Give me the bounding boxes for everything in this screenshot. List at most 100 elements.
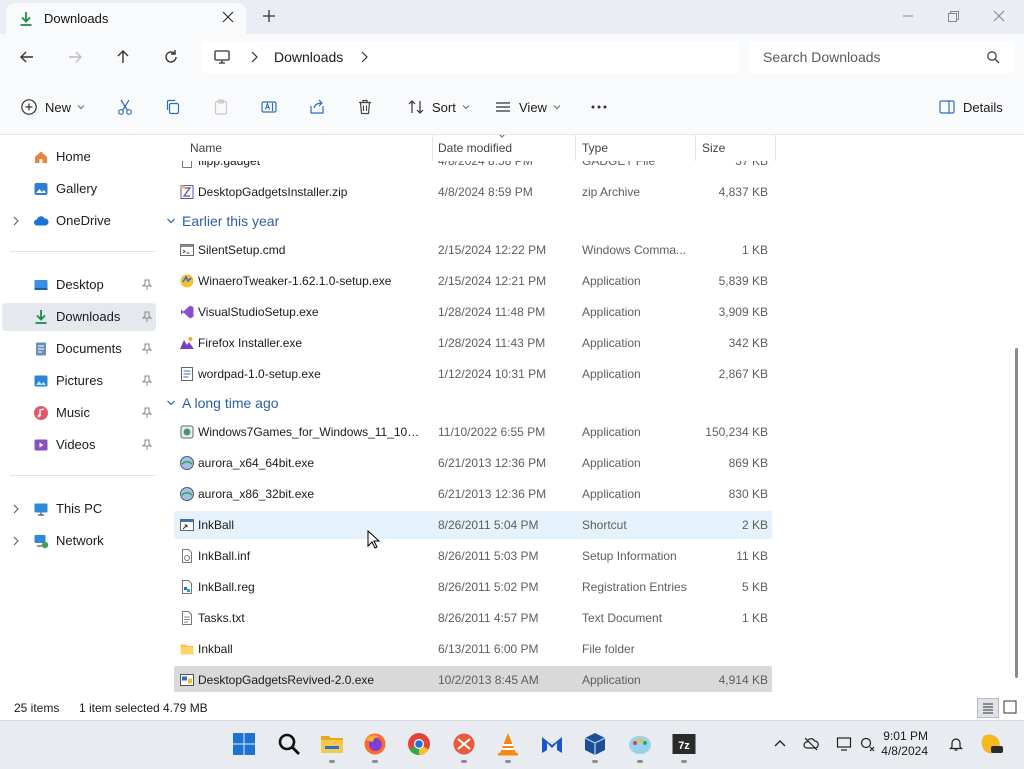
onedrive-status-icon[interactable] (803, 736, 819, 752)
sidebar-item-downloads[interactable]: Downloads (2, 303, 156, 331)
up-arrow-icon[interactable] (113, 47, 133, 67)
chevron-right-icon[interactable] (12, 216, 20, 226)
file-row-selected[interactable]: DesktopGadgetsRevived-2.0.exe 10/2/2013 … (174, 666, 772, 692)
file-row[interactable]: aurora_x86_32bit.exe 6/21/2013 12:36 PM … (174, 480, 772, 508)
sidebar-item-desktop[interactable]: Desktop (2, 271, 156, 299)
system-clock[interactable]: 9:01 PM 4/8/2024 (868, 729, 928, 759)
pin-icon[interactable] (142, 407, 152, 419)
sidebar-item-videos[interactable]: Videos (2, 431, 156, 459)
column-size[interactable]: Size (702, 141, 725, 155)
taskbar-malwarebytes[interactable] (539, 731, 565, 757)
file-row[interactable]: InkBall.reg 8/26/2011 5:02 PM Registrati… (174, 573, 772, 601)
delete-button[interactable] (356, 96, 374, 118)
chevron-right-icon[interactable] (249, 51, 259, 63)
file-row[interactable]: DesktopGadgetsInstaller.zip 4/8/2024 8:5… (174, 178, 772, 206)
file-row[interactable]: VisualStudioSetup.exe 1/28/2024 11:48 PM… (174, 298, 772, 326)
file-row[interactable]: Tasks.txt 8/26/2011 4:57 PM Text Documen… (174, 604, 772, 632)
sidebar-item-music[interactable]: Music (2, 399, 156, 427)
column-divider[interactable] (432, 135, 433, 161)
file-date: 1/28/2024 11:48 PM (438, 305, 546, 319)
new-tab-icon[interactable] (262, 9, 276, 23)
chevron-down-icon (167, 218, 175, 224)
refresh-icon[interactable] (161, 47, 181, 67)
search-input[interactable]: Search Downloads (749, 41, 1014, 73)
close-window-icon[interactable] (991, 8, 1007, 24)
column-divider[interactable] (695, 135, 696, 161)
share-button[interactable] (308, 96, 326, 118)
group-header-earlier-this-year[interactable]: Earlier this year (166, 208, 279, 234)
details-button[interactable]: Details (938, 96, 1003, 118)
taskbar-paint[interactable] (627, 731, 653, 757)
taskbar-file-explorer[interactable] (319, 731, 345, 757)
file-size: 3,909 KB (718, 305, 768, 319)
sidebar-item-documents[interactable]: Documents (2, 335, 156, 363)
file-row[interactable]: wordpad-1.0-setup.exe 1/12/2024 10:31 PM… (174, 360, 772, 388)
file-row[interactable]: InkBall.inf 8/26/2011 5:03 PM Setup Info… (174, 542, 772, 570)
sort-button[interactable]: Sort (407, 96, 470, 118)
sidebar-item-onedrive[interactable]: OneDrive (2, 207, 156, 235)
file-row[interactable]: aurora_x64_64bit.exe 6/21/2013 12:36 PM … (174, 449, 772, 477)
sidebar-item-this-pc[interactable]: This PC (2, 495, 156, 523)
taskbar-running-indicator (329, 760, 335, 763)
taskbar-app-scissors[interactable] (451, 731, 477, 757)
file-row[interactable]: Windows7Games_for_Windows_11_10_8.... 11… (174, 418, 772, 446)
rename-button[interactable] (260, 96, 278, 118)
sidebar-item-pictures[interactable]: Pictures (2, 367, 156, 395)
taskbar-search-button[interactable] (276, 731, 302, 757)
pin-icon[interactable] (142, 343, 152, 355)
column-divider[interactable] (575, 135, 576, 161)
close-tab-icon[interactable] (222, 11, 234, 23)
chevron-right-icon[interactable] (359, 51, 369, 63)
pin-icon[interactable] (142, 311, 152, 323)
file-row[interactable]: Inkball 6/13/2011 6:00 PM File folder (174, 635, 772, 663)
tab-downloads[interactable]: Downloads (6, 3, 246, 34)
column-type[interactable]: Type (582, 141, 608, 155)
pin-icon[interactable] (142, 439, 152, 451)
sidebar-item-home[interactable]: Home (2, 143, 156, 171)
paste-button[interactable] (212, 96, 230, 118)
breadcrumb-bar[interactable]: Downloads (201, 41, 739, 73)
sidebar-item-network[interactable]: Network (2, 527, 156, 555)
start-button[interactable] (231, 731, 257, 757)
sidebar-item-label: This PC (56, 501, 103, 516)
file-row[interactable]: InkBall 8/26/2011 5:04 PM Shortcut 2 KB (174, 511, 772, 539)
chevron-up-icon[interactable] (772, 736, 788, 752)
scrollbar[interactable] (1014, 135, 1020, 692)
copy-button[interactable] (164, 96, 182, 118)
new-button[interactable]: New (20, 96, 85, 118)
chevron-right-icon[interactable] (12, 504, 20, 514)
back-arrow-icon[interactable] (17, 47, 37, 67)
pin-icon[interactable] (142, 279, 152, 291)
svg-text:7z: 7z (678, 740, 690, 752)
file-row[interactable]: WinaeroTweaker-1.62.1.0-setup.exe 2/15/2… (174, 267, 772, 295)
taskbar-virtualbox[interactable] (582, 731, 608, 757)
display-settings-icon[interactable] (836, 736, 852, 752)
notification-bell-icon[interactable] (948, 736, 964, 752)
forward-arrow-icon[interactable] (65, 47, 85, 67)
copilot-preview-icon[interactable] (980, 732, 1004, 756)
column-name[interactable]: Name (190, 141, 222, 155)
sidebar-item-gallery[interactable]: Gallery (2, 175, 156, 203)
taskbar-chrome[interactable] (406, 731, 432, 757)
shortcut-icon (180, 519, 194, 531)
chevron-right-icon[interactable] (12, 536, 20, 546)
cut-button[interactable] (116, 96, 134, 118)
file-row[interactable]: SilentSetup.cmd 2/15/2024 12:22 PM Windo… (174, 236, 772, 264)
taskbar-vlc[interactable] (495, 731, 521, 757)
minimize-icon[interactable] (900, 8, 916, 24)
more-options-button[interactable] (590, 96, 608, 118)
group-header-a-long-time-ago[interactable]: A long time ago (166, 390, 279, 416)
taskbar-7zip[interactable]: 7z (671, 731, 697, 757)
pin-icon[interactable] (142, 375, 152, 387)
scrollbar-thumb[interactable] (1015, 348, 1018, 678)
restore-icon[interactable] (945, 8, 961, 24)
tiles-view-icon[interactable] (1000, 698, 1020, 716)
details-view-icon[interactable] (977, 698, 999, 718)
file-row[interactable]: Firefox Installer.exe 1/28/2024 11:43 PM… (174, 329, 772, 357)
file-size: 2 KB (741, 518, 768, 532)
view-button[interactable]: View (494, 96, 561, 118)
column-divider[interactable] (775, 135, 776, 161)
column-date-modified[interactable]: Date modified (438, 141, 512, 155)
taskbar-firefox[interactable] (362, 731, 388, 757)
breadcrumb-item-downloads[interactable]: Downloads (274, 49, 343, 65)
